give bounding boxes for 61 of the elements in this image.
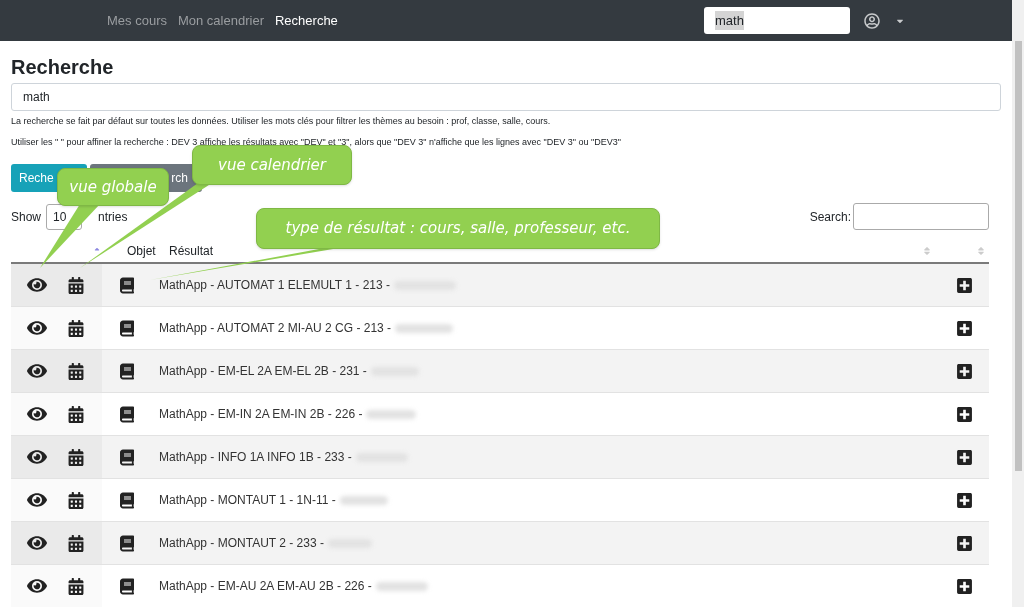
length-label: ntries: [98, 208, 128, 226]
table-search-field[interactable]: [853, 203, 989, 230]
expand-icon[interactable]: [956, 319, 973, 337]
redaction-mark: [395, 323, 454, 333]
result-cell[interactable]: MathApp - EM-AU 2A EM-AU 2B - 226 -: [159, 577, 372, 595]
calendar-icon[interactable]: [68, 448, 84, 466]
result-cell[interactable]: MathApp - MONTAUT 1 - 1N-11 -: [159, 491, 336, 509]
calendar-icon[interactable]: [68, 276, 84, 294]
calendar-icon[interactable]: [68, 319, 84, 337]
book-icon: [120, 362, 134, 380]
result-cell[interactable]: MathApp - AUTOMAT 1 ELEMULT 1 - 213 -: [159, 276, 390, 294]
result-cell[interactable]: MathApp - EM-EL 2A EM-EL 2B - 231 -: [159, 362, 367, 380]
book-icon: [120, 534, 134, 552]
expand-icon[interactable]: [956, 276, 973, 294]
eye-icon[interactable]: [27, 447, 47, 467]
result-cell[interactable]: MathApp - AUTOMAT 2 MI-AU 2 CG - 213 -: [159, 319, 392, 337]
book-icon: [120, 319, 134, 337]
expand-icon[interactable]: [956, 534, 973, 552]
callout: vue calendrier: [192, 145, 352, 185]
book-icon: [120, 448, 134, 466]
column-header[interactable]: Résultat: [169, 241, 214, 260]
calendar-icon[interactable]: [68, 534, 84, 552]
callout: vue globale: [57, 168, 169, 206]
search-field[interactable]: math: [704, 7, 850, 34]
book-icon: [120, 276, 134, 294]
eye-icon[interactable]: [27, 404, 47, 424]
nav-link[interactable]: Recherche: [274, 10, 338, 31]
result-cell[interactable]: MathApp - INFO 1A INFO 1B - 233 -: [159, 448, 352, 466]
expand-icon[interactable]: [956, 577, 973, 595]
search-field[interactable]: math: [11, 83, 1001, 111]
eye-icon[interactable]: [27, 318, 47, 338]
eye-icon[interactable]: [27, 576, 47, 596]
nav-link[interactable]: Mon calendrier: [177, 10, 264, 31]
search-label: Search:: [809, 208, 851, 226]
eye-icon[interactable]: [27, 490, 47, 510]
user-icon[interactable]: [864, 12, 880, 29]
calendar-icon[interactable]: [68, 577, 84, 595]
column-header[interactable]: Objet: [127, 241, 169, 260]
calendar-icon[interactable]: [68, 405, 84, 423]
result-cell[interactable]: MathApp - MONTAUT 2 - 233 -: [159, 534, 324, 552]
book-icon: [120, 577, 134, 595]
redaction-mark: [366, 409, 417, 419]
result-cell[interactable]: MathApp - EM-IN 2A EM-IN 2B - 226 -: [159, 405, 363, 423]
page-title: Recherche: [11, 55, 115, 79]
length-label: Show: [11, 208, 42, 226]
eye-icon[interactable]: [27, 533, 47, 553]
help-text: La recherche se fait par défaut sur toutes les données. Utiliser les mots clés pour filtrer les thèmes au besoin : prof, classe, salle, cours.: [11, 115, 552, 128]
book-icon: [120, 491, 134, 509]
expand-icon[interactable]: [956, 405, 973, 423]
expand-icon[interactable]: [956, 362, 973, 380]
scrollbar[interactable]: [1012, 0, 1024, 607]
expand-icon[interactable]: [956, 491, 973, 509]
expand-icon[interactable]: [956, 448, 973, 466]
nav-link[interactable]: Mes cours: [107, 10, 167, 31]
redaction-mark: [375, 581, 428, 591]
eye-icon[interactable]: [27, 361, 47, 381]
redaction-mark: [339, 495, 388, 505]
calendar-icon[interactable]: [68, 362, 84, 380]
calendar-icon[interactable]: [68, 491, 84, 509]
eye-icon[interactable]: [27, 275, 47, 295]
book-icon: [120, 405, 134, 423]
